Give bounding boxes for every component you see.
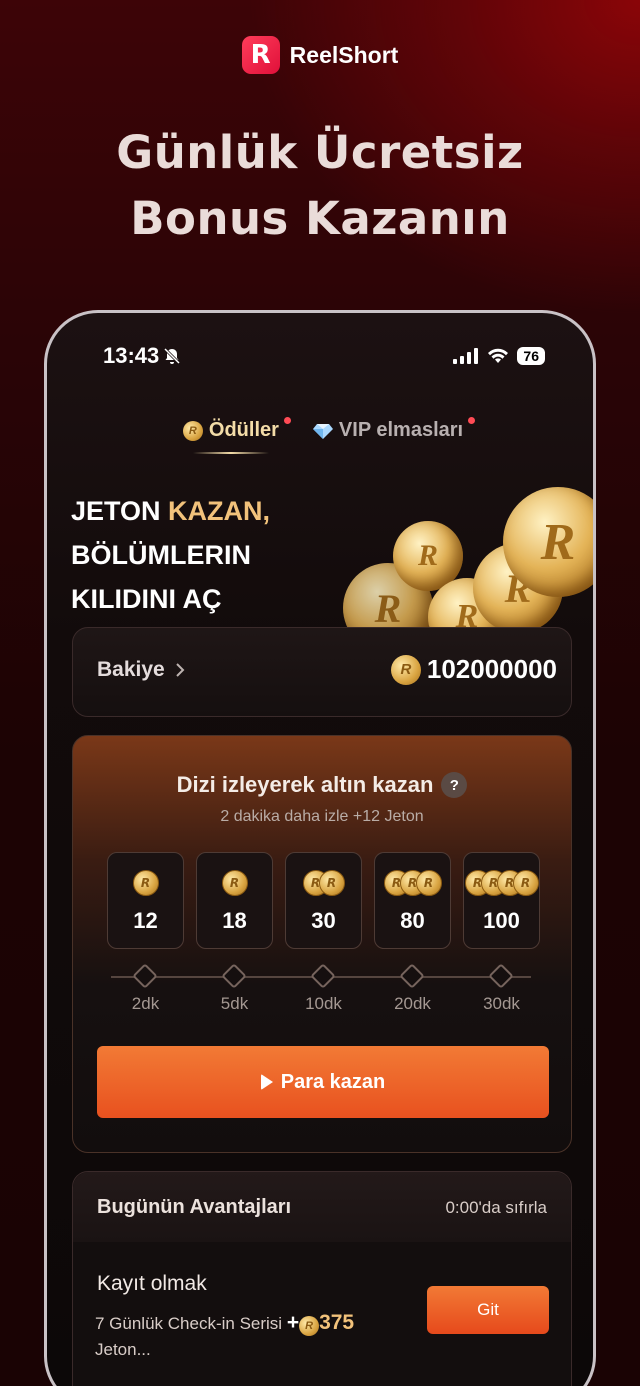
headline-line-2: Bonus Kazanın: [130, 192, 510, 245]
promo-line-3: KILIDINI AÇ: [71, 584, 222, 614]
coin-icon: R: [221, 868, 248, 898]
reward-item: RRR 80: [374, 852, 451, 949]
reward-amount: 30: [311, 907, 336, 933]
daily-perks-card: Bugünün Avantajları 0:00'da sıfırla Kayı…: [72, 1171, 572, 1386]
promo-text: JETON KAZAN, BÖLÜMLERIN KILIDINI AÇ: [71, 489, 270, 621]
watch-earn-card: Dizi izleyerek altın kazan ? 2 dakika da…: [72, 735, 572, 1153]
promo-line-2: BÖLÜMLERIN: [71, 540, 251, 570]
perks-title: Bugünün Avantajları: [97, 1196, 292, 1218]
task-desc-text: 7 Günlük Check-in Serisi: [95, 1314, 283, 1333]
reward-list: R 12 R 18 RR 30 RRR 80 RRRR 100: [107, 852, 540, 949]
play-icon: [260, 1074, 273, 1090]
coin-icon: R: [132, 868, 159, 898]
task-title: Kayıt olmak: [97, 1272, 207, 1295]
earn-subtitle: 2 dakika daha izle +12 Jeton: [220, 808, 424, 825]
notification-dot: [283, 417, 291, 424]
reward-item: RRRR 100: [463, 852, 540, 949]
coin-icon: R: [182, 420, 203, 441]
page-headline: Günlük Ücretsiz Bonus Kazanın: [0, 120, 640, 252]
wifi-icon: [488, 348, 509, 363]
clock: 13:43: [103, 343, 160, 368]
task-plus: +: [286, 1311, 300, 1334]
balance-value: R 102000000: [390, 654, 557, 685]
timeline-label: 10dk: [305, 994, 342, 1013]
brand-header: R ReelShort: [0, 36, 640, 74]
go-button[interactable]: Git: [427, 1286, 549, 1334]
promo-line-1: JETON KAZAN,: [71, 489, 270, 533]
timeline-label: 2dk: [131, 994, 160, 1013]
coins-icon: RR: [302, 868, 345, 898]
timeline-marker: [310, 963, 336, 989]
diamond-icon: [312, 423, 333, 439]
perks-reset-time: 0:00'da sıfırla: [445, 1198, 547, 1217]
earn-title: Dizi izleyerek altın kazan ?: [73, 772, 571, 798]
reward-amount: 100: [483, 907, 520, 933]
status-bar: 13:43 76: [103, 343, 545, 369]
promo-line-1-white: JETON: [71, 496, 169, 526]
timeline-marker: [488, 963, 514, 989]
tab-label: Ödüller: [208, 419, 279, 441]
balance-amount: 102000000: [426, 654, 557, 684]
tab-vip-diamonds[interactable]: VIP elmasları: [312, 417, 476, 454]
signal-icon: [453, 348, 479, 364]
timeline-marker: [221, 963, 247, 989]
tab-rewards[interactable]: R Ödüller: [182, 417, 291, 454]
balance-label: Bakiye: [97, 658, 185, 682]
reward-item: R 12: [107, 852, 184, 949]
balance-label-text: Bakiye: [97, 658, 165, 681]
bell-muted-icon: [164, 347, 181, 365]
coin-pile-icon: RRRR: [464, 868, 539, 898]
notification-dot: [468, 417, 476, 424]
reward-item: RR 30: [285, 852, 362, 949]
tab-label: VIP elmasları: [338, 419, 464, 441]
reelshort-logo-icon: R: [241, 36, 280, 74]
coin-icon: R: [299, 1316, 320, 1336]
coin-icon: R: [390, 654, 421, 685]
timeline-label: 20dk: [394, 994, 431, 1013]
status-indicators: 76: [453, 347, 545, 365]
reward-amount: 80: [400, 907, 425, 933]
help-icon[interactable]: ?: [441, 772, 468, 798]
progress-timeline: [111, 963, 531, 989]
coin-pile-icon: RRR: [383, 868, 442, 898]
promo-line-1-gold: KAZAN,: [168, 496, 271, 526]
tab-bar: R Ödüller VIP elmasları: [47, 417, 593, 454]
reward-amount: 18: [222, 907, 247, 933]
earn-title-text: Dizi izleyerek altın kazan: [176, 772, 434, 797]
earn-money-button[interactable]: Para kazan: [97, 1046, 549, 1118]
timeline-label: 5dk: [220, 994, 249, 1013]
reward-item: R 18: [196, 852, 273, 949]
task-bonus: 375: [319, 1311, 355, 1334]
timeline-marker: [399, 963, 425, 989]
brand-name: ReelShort: [289, 41, 399, 68]
task-desc-tail: Jeton...: [95, 1340, 151, 1359]
status-time: 13:43: [103, 343, 181, 369]
timeline-labels: 2dk 5dk 10dk 20dk 30dk: [107, 994, 540, 1014]
headline-line-1: Günlük Ücretsiz: [116, 126, 524, 179]
timeline-marker: [132, 963, 158, 989]
battery-indicator: 76: [517, 347, 545, 365]
chevron-right-icon: [176, 663, 185, 677]
reward-amount: 12: [133, 907, 158, 933]
task-description: 7 Günlük Check-in Serisi + R 375 Jeton...: [95, 1310, 385, 1363]
timeline-label: 30dk: [483, 994, 520, 1013]
balance-card[interactable]: Bakiye R 102000000: [72, 627, 572, 717]
earn-button-label: Para kazan: [280, 1070, 386, 1093]
phone-mockup: 13:43 76 R Ödüller VIP elmasları JETON K…: [44, 310, 596, 1386]
